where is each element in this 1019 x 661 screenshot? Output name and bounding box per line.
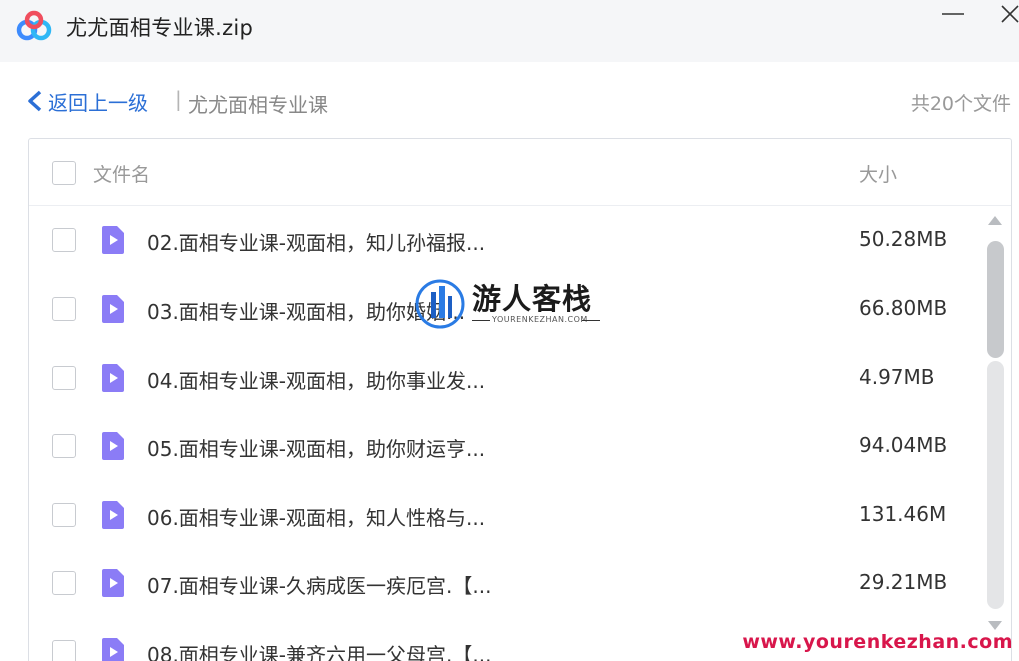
file-size: 94.04MB <box>859 433 948 457</box>
file-size: 131.46M <box>859 502 947 526</box>
video-file-icon <box>102 226 124 254</box>
watermark-title: 游人客栈 <box>472 282 593 316</box>
list-item[interactable]: 06.面相专业课-观面相，知人性格与... 131.46M <box>29 481 984 549</box>
video-file-icon <box>102 364 124 392</box>
list-item[interactable]: 07.面相专业课-久病成医一疾厄宫.【... 29.21MB <box>29 549 984 617</box>
select-all-checkbox[interactable] <box>52 161 76 185</box>
video-file-icon <box>102 432 124 460</box>
back-button[interactable]: 返回上一级 <box>26 88 148 115</box>
file-name: 05.面相专业课-观面相，助你财运亨... <box>147 437 486 461</box>
video-file-icon <box>102 638 124 661</box>
current-folder: 尤尤面相专业课 <box>188 93 328 117</box>
list-header: 文件名 大小 <box>29 139 1011 206</box>
row-checkbox[interactable] <box>52 571 76 595</box>
video-file-icon <box>102 501 124 529</box>
file-name: 04.面相专业课-观面相，助你事业发... <box>147 369 486 393</box>
file-name: 07.面相专业课-久病成医一疾厄宫.【... <box>147 574 492 598</box>
back-label: 返回上一级 <box>48 90 148 115</box>
file-size: 4.97MB <box>859 365 935 389</box>
scroll-up-arrow-icon[interactable] <box>985 213 1005 229</box>
row-checkbox[interactable] <box>52 640 76 661</box>
file-size: 50.28MB <box>859 227 948 251</box>
baidu-netdisk-cloud-icon <box>16 10 52 41</box>
file-count: 共20个文件 <box>910 93 1011 115</box>
list-item[interactable]: 04.面相专业课-观面相，助你事业发... 4.97MB <box>29 344 984 412</box>
row-checkbox[interactable] <box>52 503 76 527</box>
minimize-icon[interactable] <box>934 2 970 32</box>
list-item[interactable]: 02.面相专业课-观面相，知儿孙福报... 50.28MB <box>29 206 984 274</box>
column-header-size[interactable]: 大小 <box>859 160 897 187</box>
scrollbar-thumb[interactable] <box>987 241 1004 358</box>
file-size: 29.21MB <box>859 570 948 594</box>
row-checkbox[interactable] <box>52 228 76 252</box>
watermark-logo-icon <box>415 279 465 329</box>
row-checkbox[interactable] <box>52 434 76 458</box>
video-file-icon <box>102 295 124 323</box>
watermark-subtitle: YOURENKEZHAN.COM <box>492 315 588 324</box>
column-header-name[interactable]: 文件名 <box>93 160 150 187</box>
file-name: 08.面相专业课-兼齐六用一父母宫.【... <box>147 643 492 661</box>
breadcrumb-separator: | <box>175 87 182 111</box>
site-watermark-logo: 游人客栈 YOURENKEZHAN.COM <box>414 274 606 336</box>
breadcrumb: 返回上一级 | 尤尤面相专业课 共20个文件 <box>0 62 1019 138</box>
video-file-icon <box>102 569 124 597</box>
chevron-left-icon <box>28 90 42 112</box>
list-item[interactable]: 05.面相专业课-观面相，助你财运亨... 94.04MB <box>29 412 984 480</box>
site-url-watermark: www.yourenkezhan.com <box>742 631 1013 653</box>
close-icon[interactable] <box>992 2 1019 32</box>
file-list-panel: 文件名 大小 02.面相专业课-观面相，知儿孙福报... 50.28MB 03.… <box>28 138 1012 661</box>
scrollbar-track[interactable] <box>987 361 1004 609</box>
title-bar: 尤尤面相专业课.zip <box>0 0 1019 62</box>
row-checkbox[interactable] <box>52 366 76 390</box>
watermark-rule-left <box>472 320 490 321</box>
window-title: 尤尤面相专业课.zip <box>66 16 254 40</box>
row-checkbox[interactable] <box>52 297 76 321</box>
file-name: 02.面相专业课-观面相，知儿孙福报... <box>147 231 486 255</box>
watermark-rule-right <box>582 320 600 321</box>
file-name: 06.面相专业课-观面相，知人性格与... <box>147 506 486 530</box>
file-size: 66.80MB <box>859 296 948 320</box>
